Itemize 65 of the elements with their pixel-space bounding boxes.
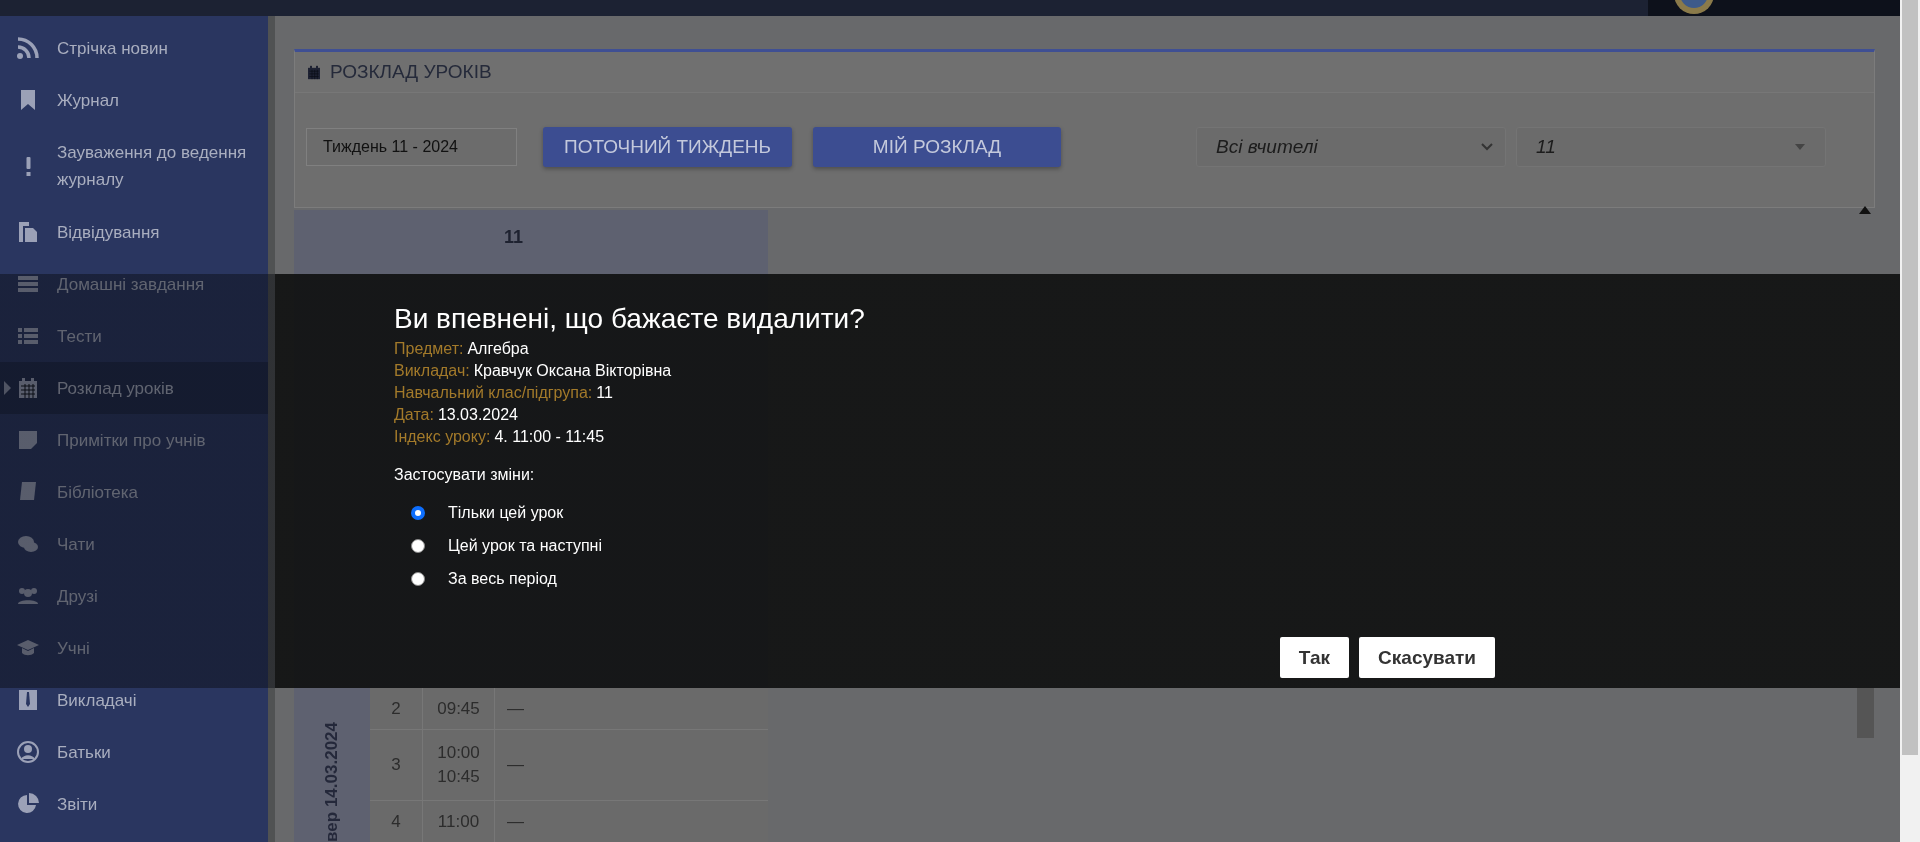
exclamation-icon [25, 156, 31, 176]
sidebar-item[interactable]: Бібліотека [0, 466, 268, 518]
cancel-button[interactable]: Скасувати [1359, 637, 1495, 678]
triangle-icon [4, 381, 11, 395]
panel-title: РОЗКЛАД УРОКІВ [330, 61, 492, 83]
field-label: Предмет: [394, 340, 464, 357]
tie-icon [16, 688, 40, 712]
sidebar-item[interactable]: Друзі [0, 570, 268, 622]
calendar-icon [306, 63, 322, 81]
week-field[interactable]: Тиждень 11 - 2024 [306, 128, 517, 166]
option-label: Цей урок та наступні [448, 536, 602, 555]
field-label: Навчальний клас/підгрупа: [394, 384, 593, 401]
lesson-time: 11:00 [423, 801, 495, 842]
field-value: Алгебра [467, 340, 529, 357]
field-label: Дата: [394, 406, 434, 423]
documents-icon [16, 220, 40, 244]
option-label: Тільки цей урок [448, 503, 564, 522]
field-label: Викладач: [394, 362, 470, 379]
my-schedule-button[interactable]: МІЙ РОЗКЛАД [813, 127, 1061, 167]
lesson-number: 3 [370, 730, 423, 800]
sidebar-item[interactable]: Чати [0, 518, 268, 570]
scrollbar-thumb[interactable] [1857, 688, 1874, 738]
sidebar-item[interactable]: Тести [0, 310, 268, 362]
sidebar-item[interactable]: Примітки про учнів [0, 414, 268, 466]
field-value: 4. 11:00 - 11:45 [494, 428, 605, 445]
note-icon [16, 428, 40, 452]
lesson-number: 4 [370, 801, 423, 842]
lesson-cell[interactable]: — [495, 688, 768, 729]
dialog-title: Ви впевнені, що бажаєте видалити? [394, 302, 866, 336]
rss-icon [16, 36, 40, 60]
column-header: 11 [504, 227, 524, 248]
sidebar-item[interactable]: Відвідування [0, 206, 268, 258]
lesson-cell[interactable]: — [495, 801, 768, 842]
sidebar-item[interactable]: Учні [0, 622, 268, 674]
sidebar-item[interactable]: Викладачі [0, 674, 268, 726]
confirm-button[interactable]: Так [1279, 637, 1350, 678]
current-week-button[interactable]: ПОТОЧНИЙ ТИЖДЕНЬ [543, 127, 792, 167]
sidebar-item[interactable]: Зауваження до ведення журналу [0, 126, 268, 206]
field-label: Індекс уроку: [394, 428, 491, 445]
class-select[interactable]: 11 [1516, 127, 1826, 167]
sidebar-item[interactable]: Журнал [0, 74, 268, 126]
lesson-cell[interactable]: — [495, 730, 768, 800]
sidebar-item[interactable]: Звіти [0, 778, 268, 830]
field-value: Кравчук Оксана Вікторівна [473, 362, 672, 379]
field-value: 13.03.2024 [437, 406, 518, 423]
user-circle-icon [16, 740, 40, 764]
sidebar-item[interactable]: Домашні завдання [0, 258, 268, 310]
lesson-time: 10:00 10:45 [423, 730, 495, 800]
apply-label: Застосувати зміни: [394, 465, 536, 485]
pie-chart-icon [16, 792, 40, 816]
scrollbar-thumb[interactable] [1902, 0, 1918, 755]
scroll-up-icon[interactable] [1859, 206, 1871, 214]
lesson-number: 2 [370, 688, 423, 729]
logo-icon [1672, 0, 1716, 16]
teacher-select[interactable]: Всі вчителі [1196, 127, 1506, 167]
field-value: 11 [596, 384, 613, 401]
calendar-icon [16, 376, 40, 400]
day-label: вер 14.03.2024 [322, 722, 342, 842]
sidebar-item[interactable]: Батьки [0, 726, 268, 778]
sidebar-item[interactable]: Стрічка новин [0, 22, 268, 74]
lesson-time: 09:45 [423, 688, 495, 729]
chevron-icon [1481, 143, 1493, 151]
caret-icon [1795, 144, 1805, 150]
option-label: За весь період [448, 569, 557, 588]
sidebar-item[interactable]: Розклад уроків [0, 362, 268, 414]
